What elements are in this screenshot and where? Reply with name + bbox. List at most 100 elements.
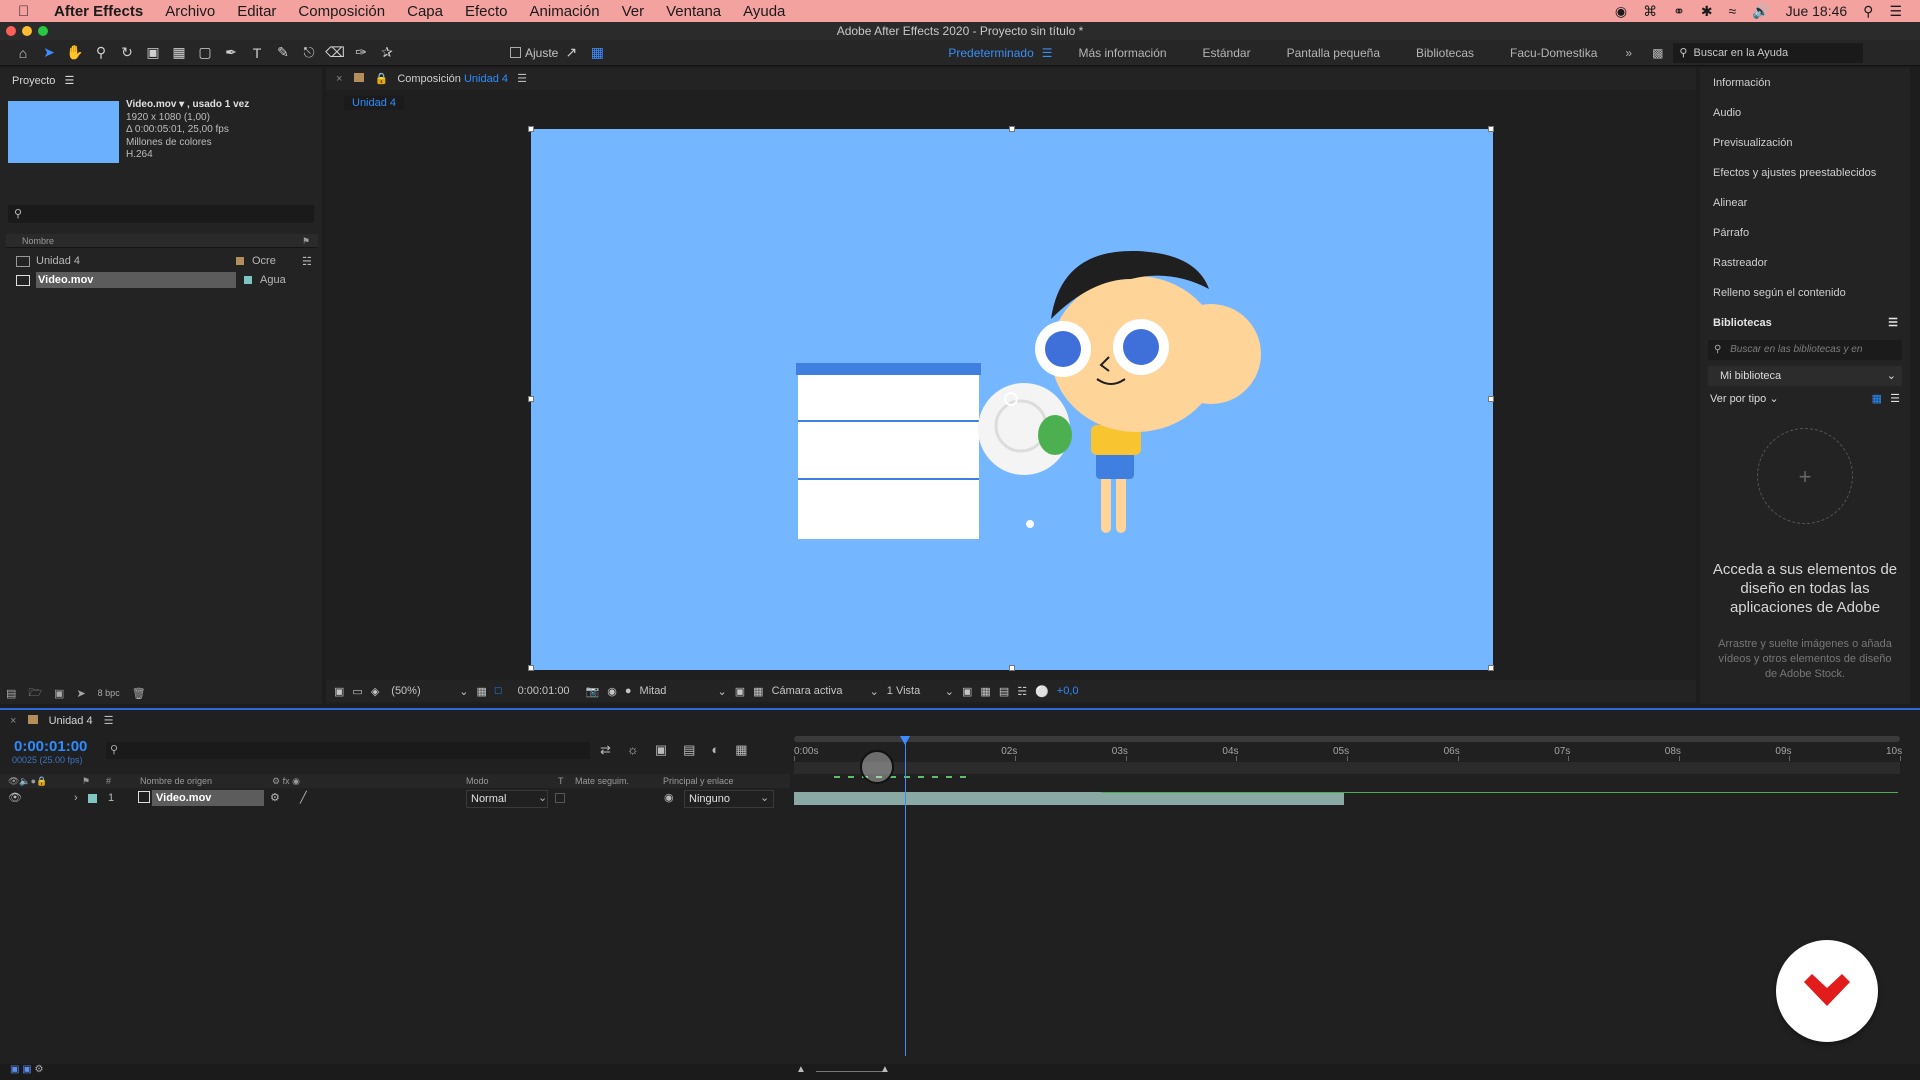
panel-informacion[interactable]: Información [1700, 68, 1910, 98]
zoom-window-icon[interactable] [38, 26, 48, 36]
clock[interactable]: Jue 18:46 [1786, 3, 1848, 19]
menu-composicion[interactable]: Composición [298, 3, 385, 20]
column-source-name[interactable]: Nombre de origen [140, 774, 212, 788]
clone-stamp-tool-icon[interactable]: ⎋ [296, 42, 322, 64]
snap-options-icon[interactable]: ↗ [558, 42, 584, 64]
menu-editar[interactable]: Editar [237, 3, 276, 20]
comp-timecode[interactable]: 0:00:01:00 [518, 685, 578, 697]
graph-editor-icon[interactable]: ▦ [735, 742, 747, 758]
reset-exposure-icon[interactable]: ⚪ [1035, 685, 1049, 698]
apple-icon[interactable]:  [18, 3, 38, 20]
hand-tool-icon[interactable]: ✋ [62, 42, 88, 64]
mask-visibility-icon[interactable]: ◈ [371, 685, 379, 698]
panel-rastreador[interactable]: Rastreador [1700, 248, 1910, 278]
view-by-type-select[interactable]: Ver por tipo [1710, 393, 1766, 405]
zoom-slider[interactable] [816, 1071, 886, 1072]
spotlight-search-icon[interactable]: ⚲ [1863, 3, 1873, 20]
roto-brush-tool-icon[interactable]: ✑ [348, 42, 374, 64]
library-search-input[interactable]: ⚲ Buscar en las bibliotecas y en [1708, 340, 1902, 360]
snap-grid-icon[interactable]: ▦ [584, 42, 610, 64]
workspace-menu-icon[interactable]: ☰ [1042, 46, 1053, 60]
camera-select[interactable]: Cámara activa [772, 685, 862, 697]
panel-efectos[interactable]: Efectos y ajustes preestablecidos [1700, 158, 1910, 188]
menu-capa[interactable]: Capa [407, 3, 443, 20]
sync-settings-icon[interactable]: ▩ [1652, 46, 1663, 60]
render-queue-icon[interactable]: ➤ [76, 687, 85, 700]
pickwhip-icon[interactable]: ◉ [664, 790, 674, 806]
panel-menu-icon[interactable]: ☰ [64, 75, 74, 87]
comp-tab-prefix[interactable]: Composición [397, 73, 461, 85]
zoom-tool-icon[interactable]: ⚲ [88, 42, 114, 64]
project-item-video[interactable]: Video.mov Agua [16, 271, 316, 289]
render-time-icon[interactable]: ⚙ [34, 1064, 43, 1075]
snapshot-icon[interactable]: 📷 [586, 685, 600, 698]
volume-icon[interactable]: 🔊 [1752, 3, 1769, 20]
toggle-switches-icon[interactable]: ▣ [10, 1064, 19, 1075]
layer-label-swatch[interactable] [88, 794, 97, 803]
av-switches-icon[interactable]: 👁🔈●🔒 [8, 774, 47, 788]
timeline-tab[interactable]: Unidad 4 [49, 715, 93, 727]
add-library-item-icon[interactable]: + [1757, 428, 1853, 524]
label-tag-icon[interactable]: ⚑ [302, 234, 310, 248]
layer-row[interactable]: 👁 › 1 Video.mov ⚙ ╱ Normal ⌄ ◉ Ninguno ⌄ [0, 790, 790, 808]
toggle-modes-icon[interactable]: ▣ [22, 1064, 31, 1075]
chevron-down-icon[interactable]: ⌄ [718, 685, 727, 698]
layer-switches-icon[interactable]: ⚙ fx ◉ [272, 774, 300, 788]
shy-layers-icon[interactable]: ▣ [655, 742, 667, 758]
workspace-facu-domestika[interactable]: Facu-Domestika [1510, 46, 1597, 60]
chevron-down-icon[interactable]: ⌄ [870, 685, 879, 698]
snap-checkbox[interactable]: Ajuste [510, 42, 558, 64]
library-select[interactable]: Mi biblioteca ⌄ [1708, 366, 1902, 386]
panel-menu-icon[interactable]: ☰ [1888, 308, 1898, 338]
visibility-eye-icon[interactable]: 👁 [8, 790, 22, 806]
menu-efecto[interactable]: Efecto [465, 3, 508, 20]
lock-icon[interactable]: 🔒 [375, 73, 389, 85]
panel-menu-icon[interactable]: ☰ [104, 715, 114, 727]
transparency-icon[interactable]: ▦ [753, 685, 763, 698]
display-icon[interactable]: ▭ [352, 685, 362, 698]
list-view-icon[interactable]: ☰ [1890, 392, 1900, 405]
creative-cloud-icon[interactable]: ⚭ [1673, 3, 1685, 20]
zoom-select[interactable]: (50%) [391, 685, 451, 697]
panel-audio[interactable]: Audio [1700, 98, 1910, 128]
timeline-search-input[interactable]: ⚲ [106, 742, 590, 759]
time-ruler[interactable]: 0:00s 02s 03s 04s 05s 06s 07s 08s 09s 10s [794, 736, 1902, 796]
chevron-down-icon[interactable]: ⌄ [459, 685, 468, 698]
workspace-pantalla-pequena[interactable]: Pantalla pequeña [1287, 46, 1380, 60]
panel-menu-icon[interactable]: ☰ [517, 73, 527, 85]
column-t[interactable]: T [558, 774, 564, 788]
minimize-window-icon[interactable] [22, 26, 32, 36]
help-search-input[interactable]: ⚲ Buscar en la Ayuda [1673, 42, 1864, 63]
chevron-down-icon[interactable]: ⌄ [1769, 393, 1778, 405]
chevron-down-icon[interactable]: ⌄ [945, 685, 954, 698]
label-color-swatch[interactable] [244, 276, 252, 284]
workspace-bibliotecas[interactable]: Bibliotecas [1416, 46, 1474, 60]
safe-zones-icon[interactable]: ▦ [477, 685, 487, 698]
menu-ayuda[interactable]: Ayuda [743, 3, 785, 20]
frame-blending-icon[interactable]: ▤ [683, 742, 695, 758]
grid-view-icon[interactable]: ▦ [1872, 392, 1882, 405]
draft-3d-icon[interactable]: ☼ [627, 742, 639, 758]
layer-duration-bar[interactable] [794, 792, 1345, 805]
flowchart-icon[interactable]: ☵ [1017, 685, 1027, 698]
puppet-tool-icon[interactable]: ✰ [374, 42, 400, 64]
column-nombre[interactable]: Nombre [22, 236, 54, 246]
resolution-select[interactable]: Mitad [640, 685, 710, 697]
layer-name[interactable]: Video.mov [152, 790, 264, 806]
panel-previsualizacion[interactable]: Previsualización [1700, 128, 1910, 158]
blend-mode-select[interactable]: Normal [466, 790, 548, 808]
column-parent[interactable]: Principal y enlace [663, 774, 734, 788]
comp-tab-name[interactable]: Unidad 4 [464, 73, 508, 85]
collapse-transform-icon[interactable]: ⚙ [270, 790, 280, 806]
column-matte[interactable]: Mate seguim. [575, 774, 629, 788]
workspace-mas-informacion[interactable]: Más información [1079, 46, 1167, 60]
interpret-footage-icon[interactable]: ▤ [6, 687, 16, 700]
chevron-down-icon[interactable]: ⌄ [538, 790, 547, 806]
home-icon[interactable]: ⌂ [10, 42, 36, 64]
new-folder-icon[interactable]: 🗁 [28, 684, 42, 703]
label-color-swatch[interactable] [236, 257, 244, 265]
pan-behind-tool-icon[interactable]: ▦ [166, 42, 192, 64]
show-snapshot-icon[interactable]: ◉ [607, 685, 617, 698]
close-tab-icon[interactable]: × [336, 73, 342, 85]
zoom-out-icon[interactable]: ▲ [796, 1064, 806, 1075]
